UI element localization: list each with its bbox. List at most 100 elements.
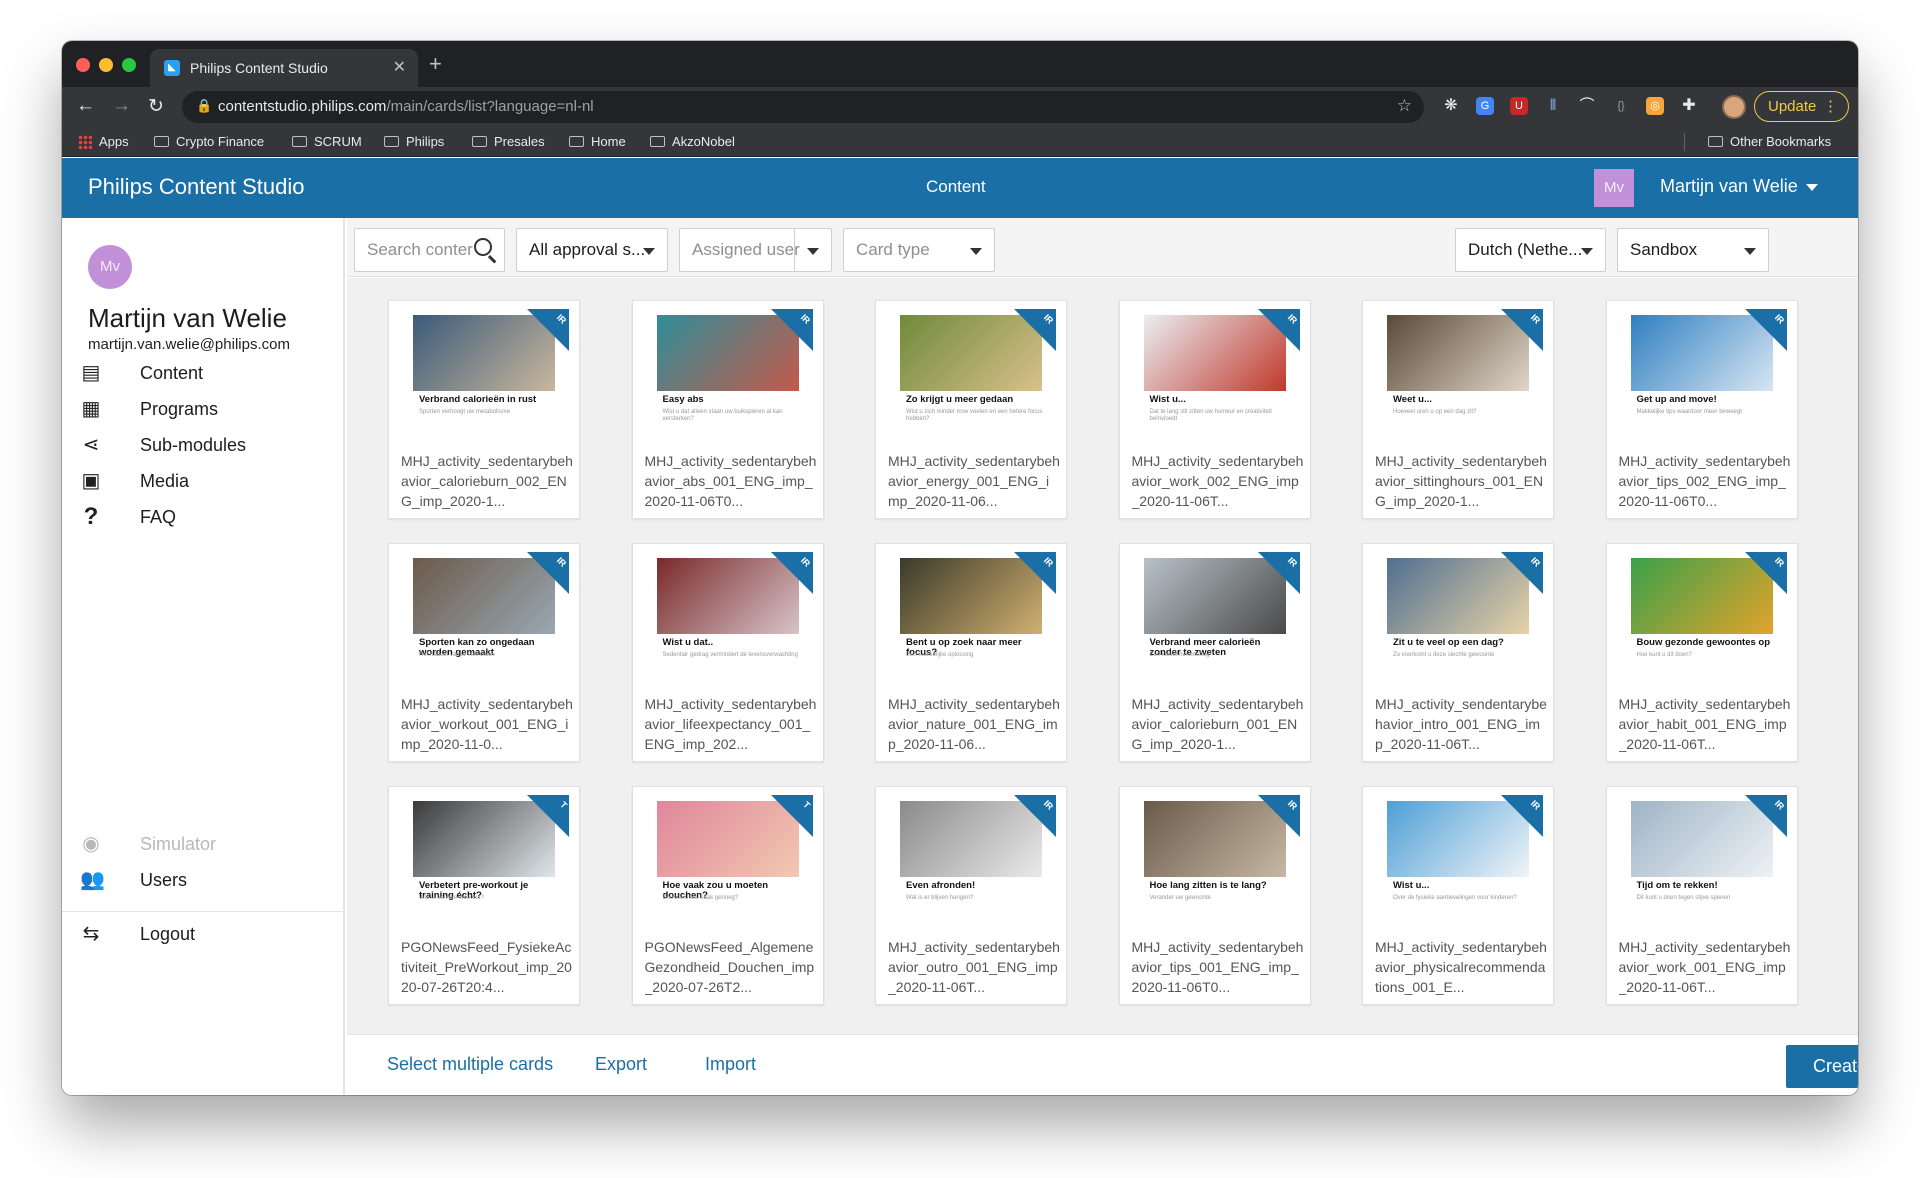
bookmark-crypto-finance[interactable]: Crypto Finance	[154, 134, 264, 149]
caret-down-icon	[643, 248, 655, 255]
browser-profile-avatar[interactable]	[1722, 95, 1746, 119]
reload-icon[interactable]: ↻	[148, 95, 164, 118]
orange-extension-icon[interactable]: ◎	[1646, 97, 1664, 115]
sidebar-item-logout[interactable]: ⇆ Logout	[62, 917, 345, 953]
content-card[interactable]: Verbrand calorieën in rust Sporten verhoo…	[388, 300, 580, 519]
card-type-select[interactable]: Card type	[843, 228, 995, 272]
new-tab-icon[interactable]: +	[429, 51, 442, 77]
translate-extension-icon[interactable]: G	[1476, 97, 1494, 115]
folder-icon	[650, 136, 665, 147]
address-bar[interactable]: 🔒 contentstudio.philips.com/main/cards/l…	[182, 91, 1424, 123]
folder-icon	[292, 136, 307, 147]
bookmark-scrum[interactable]: SCRUM	[292, 134, 362, 149]
more-vert-icon: ⋮	[1823, 98, 1838, 115]
card-thumbnail: Zo krijgt u meer gedaan Wist u zich minde…	[888, 309, 1056, 427]
calendar-icon: ▦	[81, 398, 101, 420]
eye-icon: ◉	[82, 833, 100, 855]
back-arrow-icon[interactable]: ←	[76, 95, 95, 117]
caret-down-icon[interactable]	[807, 248, 819, 255]
card-name: MHJ_activity_sedentarybehavior_nature_00…	[888, 696, 1060, 752]
header-avatar[interactable]: Mv	[1594, 169, 1634, 207]
window-minimize-button[interactable]	[99, 58, 113, 72]
card-preview-subtitle: Makkelijke tips waardoor meer beweegt	[1636, 409, 1742, 415]
folder-icon	[569, 136, 584, 147]
card-name: MHJ_activity_sedentarybehavior_lifeexpec…	[644, 696, 817, 752]
content-card[interactable]: Sporten kan zo ongedaan worden gemaakt He…	[388, 543, 580, 762]
content-card[interactable]: Verbetert pre-workout je training écht? W…	[388, 786, 580, 1005]
select-multiple-cards-button[interactable]: Select multiple cards	[387, 1054, 553, 1075]
content-card[interactable]: Even afronden! Wat is er blijven hangen? I…	[875, 786, 1067, 1005]
environment-select[interactable]: Sandbox	[1617, 228, 1769, 272]
bookmark-akzonobel[interactable]: AkzoNobel	[650, 134, 735, 149]
code-extension-icon[interactable]: {}	[1612, 97, 1630, 115]
card-name: MHJ_activity_sedentarybehavior_habit_001…	[1618, 696, 1791, 752]
folder-icon	[1708, 136, 1723, 147]
content-card[interactable]: Weet u... Hoeveel uren u op een dag zit? I…	[1362, 300, 1554, 519]
sidebar-item-simulator[interactable]: ◉ Simulator	[62, 827, 345, 863]
caret-down-icon	[1805, 183, 1818, 191]
approval-status-select[interactable]: All approval s...	[516, 228, 668, 272]
question-icon: ?	[83, 503, 99, 530]
content-card[interactable]: Verbrand meer calorieën zonder te zweten…	[1118, 543, 1311, 762]
sidebar-item-faq[interactable]: ? FAQ	[62, 500, 345, 536]
bookmark-philips[interactable]: Philips	[384, 134, 444, 149]
bookmark-presales[interactable]: Presales	[472, 134, 545, 149]
card-preview-title: Get up and move!	[1636, 394, 1717, 405]
sidebar-item-media[interactable]: ▣ Media	[62, 464, 345, 500]
app-title[interactable]: Philips Content Studio	[88, 174, 304, 200]
card-preview-title: Verbrand calorieën in rust	[419, 394, 537, 405]
export-button[interactable]: Export	[595, 1054, 647, 1075]
avatar: Mv	[88, 245, 132, 289]
tab-close-icon[interactable]: ✕	[393, 57, 406, 77]
language-select[interactable]: Dutch (Nethe...	[1455, 228, 1606, 272]
assigned-user-select[interactable]: Assigned user	[679, 228, 832, 272]
content-card[interactable]: Bouw gezonde gewoontes op Hoe kunt u dit …	[1605, 543, 1798, 762]
sidebar-item-content[interactable]: ▤ Content	[62, 356, 345, 392]
search-icon[interactable]	[474, 238, 492, 256]
bars-extension-icon[interactable]: ⦀	[1544, 97, 1562, 115]
browser-window: ◣ Philips Content Studio ✕ + ← → ↻ 🔒 con…	[62, 41, 1858, 1095]
forward-arrow-icon[interactable]: →	[112, 95, 131, 117]
content-card[interactable]: Wist u... Dat te lang stil zitten uw hume…	[1118, 300, 1311, 519]
update-button[interactable]: Update ⋮	[1754, 91, 1849, 122]
search-input[interactable]: Search conter	[354, 228, 505, 272]
content-card[interactable]: Wist u dat.. Sedentair gedrag vermindert …	[631, 543, 824, 762]
content-card[interactable]: Get up and move! Makkelijke tips waardoor…	[1605, 300, 1798, 519]
content-card[interactable]: Zit u te veel op een dag? Zo voorkomt u d…	[1362, 543, 1554, 762]
extension-gear-icon[interactable]: ❋	[1442, 97, 1460, 115]
content-card[interactable]: Hoe vaak zou u moeten douchen? Douche u w…	[631, 786, 824, 1005]
card-preview-subtitle: Dit kunt u doen tegen stijve spieren	[1636, 895, 1731, 901]
content-card[interactable]: Easy abs Wist u dat alleen staan uw buiks…	[631, 300, 824, 519]
content-card[interactable]: Hoe lang zitten is te lang? Verander uw g…	[1118, 786, 1311, 1005]
card-name: MHJ_activity_sedentarybehavior_physicalr…	[1375, 939, 1547, 995]
window-maximize-button[interactable]	[122, 58, 136, 72]
bookmark-star-icon[interactable]: ☆	[1397, 96, 1412, 116]
card-name: MHJ_activity_sedentarybehavior_work_002_…	[1131, 453, 1304, 509]
card-preview-title: Zo krijgt u meer gedaan	[906, 394, 1014, 405]
import-button[interactable]: Import	[705, 1054, 756, 1075]
bookmark-other[interactable]: Other Bookmarks	[1708, 134, 1831, 149]
bookmark-home[interactable]: Home	[569, 134, 626, 149]
content-card[interactable]: Tijd om te rekken! Dit kunt u doen tegen …	[1605, 786, 1798, 1005]
content-card[interactable]: Zo krijgt u meer gedaan Wist u zich minde…	[875, 300, 1067, 519]
create-button[interactable]: Create	[1786, 1045, 1858, 1088]
user-name: Martijn van Welie	[1660, 176, 1798, 196]
card-thumbnail: Verbrand meer calorieën zonder te zweten…	[1131, 552, 1300, 670]
sidebar-item-label: FAQ	[140, 507, 177, 527]
ublock-extension-icon[interactable]: U	[1510, 97, 1528, 115]
sidebar-item-programs[interactable]: ▦ Programs	[62, 392, 345, 428]
filter-bar: Search conter All approval s... Assigned…	[347, 218, 1858, 277]
puzzle-extensions-icon[interactable]: ✚	[1680, 97, 1698, 115]
window-close-button[interactable]	[76, 58, 90, 72]
sidebar-item-users[interactable]: 👥 Users	[62, 863, 345, 899]
arc-extension-icon[interactable]: ⌒	[1578, 97, 1596, 115]
user-menu[interactable]: Martijn van Welie	[1660, 176, 1818, 197]
bookmark-apps[interactable]: Apps	[78, 134, 129, 149]
card-preview-subtitle: Wat is een pre-workout?	[419, 895, 484, 901]
content-card[interactable]: Bent u op zoek naar meer focus? Een makke…	[875, 543, 1067, 762]
sidebar-item-sub-modules[interactable]: ⋖ Sub-modules	[62, 428, 345, 464]
browser-tab[interactable]: ◣ Philips Content Studio ✕	[150, 49, 418, 87]
content-card[interactable]: Wist u... Over de fysieke aanbevelingen v…	[1362, 786, 1554, 1005]
card-name: MHJ_activity_sedentarybehavior_energy_00…	[888, 453, 1060, 509]
card-thumbnail: Tijd om te rekken! Dit kunt u doen tegen …	[1618, 795, 1787, 913]
